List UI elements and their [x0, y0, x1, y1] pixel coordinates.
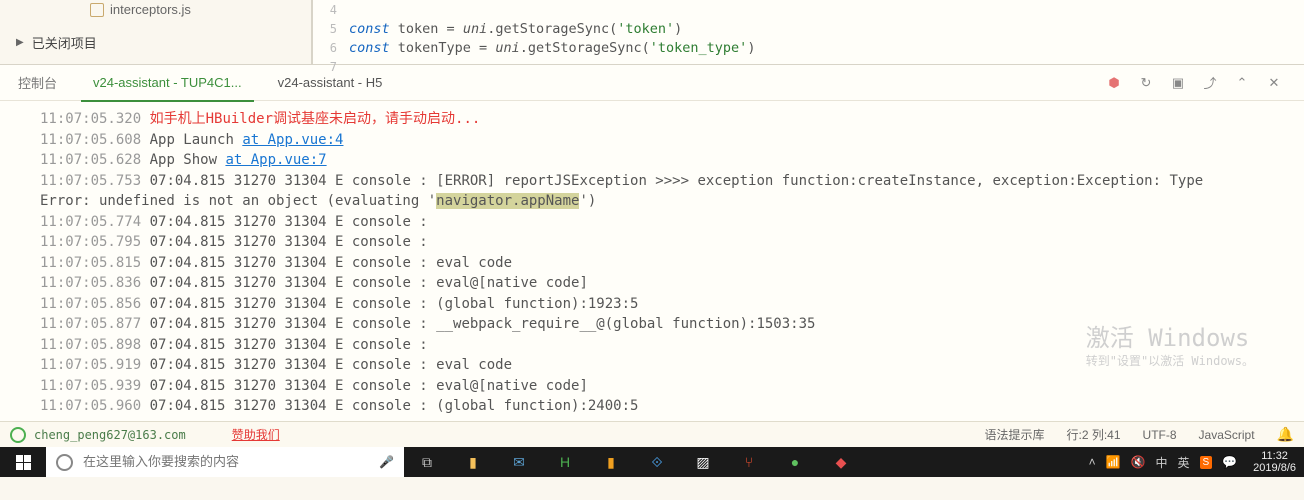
tray-chevron-icon[interactable]: ˄: [1089, 455, 1096, 469]
log-line: 11:07:05.960 07:04.815 31270 31304 E con…: [40, 396, 1304, 417]
network-icon[interactable]: 📶: [1106, 455, 1121, 469]
console-panel: 控制台 v24-assistant - TUP4C1... v24-assist…: [0, 64, 1304, 421]
taskbar-search[interactable]: 🎤: [46, 447, 404, 477]
console-tabbar: 控制台 v24-assistant - TUP4C1... v24-assist…: [0, 65, 1304, 101]
start-button[interactable]: [0, 447, 46, 477]
log-line: 11:07:05.877 07:04.815 31270 31304 E con…: [40, 314, 1304, 335]
sublime-icon[interactable]: ▮: [588, 447, 634, 477]
code-content: const token = uni.getStorageSync('token'…: [349, 21, 682, 37]
log-line: 11:07:05.919 07:04.815 31270 31304 E con…: [40, 355, 1304, 376]
log-line: 11:07:05.753 07:04.815 31270 31304 E con…: [40, 171, 1304, 192]
sponsor-link[interactable]: 赞助我们: [232, 426, 280, 443]
mic-icon[interactable]: 🎤: [379, 455, 394, 469]
line-number: 6: [323, 41, 349, 55]
refresh-icon[interactable]: ↻: [1138, 75, 1154, 91]
search-input[interactable]: [83, 454, 369, 470]
chevron-right-icon: ▶: [16, 37, 24, 48]
task-view-icon[interactable]: ⧉: [404, 447, 450, 477]
log-line: 11:07:05.856 07:04.815 31270 31304 E con…: [40, 294, 1304, 315]
hbuilder-icon[interactable]: H: [542, 447, 588, 477]
log-line: 11:07:05.795 07:04.815 31270 31304 E con…: [40, 232, 1304, 253]
line-number: 5: [323, 22, 349, 36]
closed-projects-label: 已关闭项目: [32, 33, 97, 52]
tab-h5[interactable]: v24-assistant - H5: [260, 65, 401, 101]
clock-date: 2019/8/6: [1253, 462, 1296, 474]
user-avatar-icon[interactable]: [10, 427, 26, 443]
volume-icon[interactable]: 🔇: [1131, 455, 1146, 469]
file-name: interceptors.js: [110, 2, 191, 17]
windows-taskbar: 🎤 ⧉ ▮ ✉ H ▮ ⟐ ▨ ⑂ ● ◆ ˄ 📶 🔇 中 英 S 💬 11:3…: [0, 447, 1304, 477]
cortana-icon: [56, 454, 73, 471]
bug-icon[interactable]: ⬢: [1106, 75, 1122, 91]
code-editor[interactable]: 4 5const token = uni.getStorageSync('toke…: [313, 0, 1304, 64]
language-mode[interactable]: JavaScript: [1199, 428, 1255, 442]
vscode-icon[interactable]: ⟐: [634, 447, 680, 477]
console-output[interactable]: 11:07:05.320 如手机上HBuilder调试基座未启动，请手动启动..…: [0, 101, 1304, 421]
sogou-icon[interactable]: S: [1200, 456, 1213, 469]
log-line: 11:07:05.898 07:04.815 31270 31304 E con…: [40, 335, 1304, 356]
close-icon[interactable]: ✕: [1266, 75, 1282, 91]
log-line: 11:07:05.836 07:04.815 31270 31304 E con…: [40, 273, 1304, 294]
status-bar: cheng_peng627@163.com 赞助我们 语法提示库 行:2 列:4…: [0, 421, 1304, 447]
log-line: 11:07:05.608 App Launch at App.vue:4: [40, 130, 1304, 151]
collapse-icon[interactable]: ⌃: [1234, 75, 1250, 91]
git-icon[interactable]: ⑂: [726, 447, 772, 477]
code-line[interactable]: 6const tokenType = uni.getStorageSync('t…: [323, 38, 1304, 57]
stop-icon[interactable]: ▣: [1170, 75, 1186, 91]
taskbar-apps: ⧉ ▮ ✉ H ▮ ⟐ ▨ ⑂ ● ◆: [404, 447, 864, 477]
wechat-icon[interactable]: ●: [772, 447, 818, 477]
cursor-position[interactable]: 行:2 列:41: [1067, 426, 1121, 443]
popout-icon[interactable]: ⤴: [1202, 75, 1218, 91]
windows-logo-icon: [16, 455, 31, 470]
log-line: 11:07:05.628 App Show at App.vue:7: [40, 150, 1304, 171]
syntax-lib[interactable]: 语法提示库: [984, 426, 1044, 443]
project-sidebar: interceptors.js ▶ 已关闭项目: [0, 0, 313, 64]
file-item[interactable]: interceptors.js: [0, 0, 311, 19]
taskbar-clock[interactable]: 11:32 2019/8/6: [1245, 450, 1304, 474]
code-line[interactable]: 4: [323, 0, 1304, 19]
log-line: Error: undefined is not an object (evalu…: [40, 191, 1304, 212]
tab-console[interactable]: 控制台: [0, 65, 75, 101]
tab-device-active[interactable]: v24-assistant - TUP4C1...: [75, 65, 260, 101]
js-file-icon: [90, 3, 104, 17]
log-line: 11:07:05.320 如手机上HBuilder调试基座未启动，请手动启动..…: [40, 109, 1304, 130]
encoding[interactable]: UTF-8: [1143, 428, 1177, 442]
ime-zh[interactable]: 中: [1156, 454, 1168, 471]
line-number: 4: [323, 3, 349, 17]
log-line: 11:07:05.774 07:04.815 31270 31304 E con…: [40, 212, 1304, 233]
notification-icon[interactable]: 💬: [1222, 455, 1237, 469]
closed-projects-section[interactable]: ▶ 已关闭项目: [0, 27, 311, 58]
app-icon[interactable]: ◆: [818, 447, 864, 477]
photos-icon[interactable]: ▨: [680, 447, 726, 477]
mail-icon[interactable]: ✉: [496, 447, 542, 477]
code-content: const tokenType = uni.getStorageSync('to…: [349, 40, 755, 56]
log-line: 11:07:05.939 07:04.815 31270 31304 E con…: [40, 376, 1304, 397]
log-line: 11:07:05.815 07:04.815 31270 31304 E con…: [40, 253, 1304, 274]
user-email[interactable]: cheng_peng627@163.com: [34, 428, 186, 442]
explorer-icon[interactable]: ▮: [450, 447, 496, 477]
bell-icon[interactable]: 🔔: [1277, 426, 1294, 443]
code-line[interactable]: 5const token = uni.getStorageSync('token…: [323, 19, 1304, 38]
clock-time: 11:32: [1253, 450, 1296, 462]
ime-en[interactable]: 英: [1178, 454, 1190, 471]
